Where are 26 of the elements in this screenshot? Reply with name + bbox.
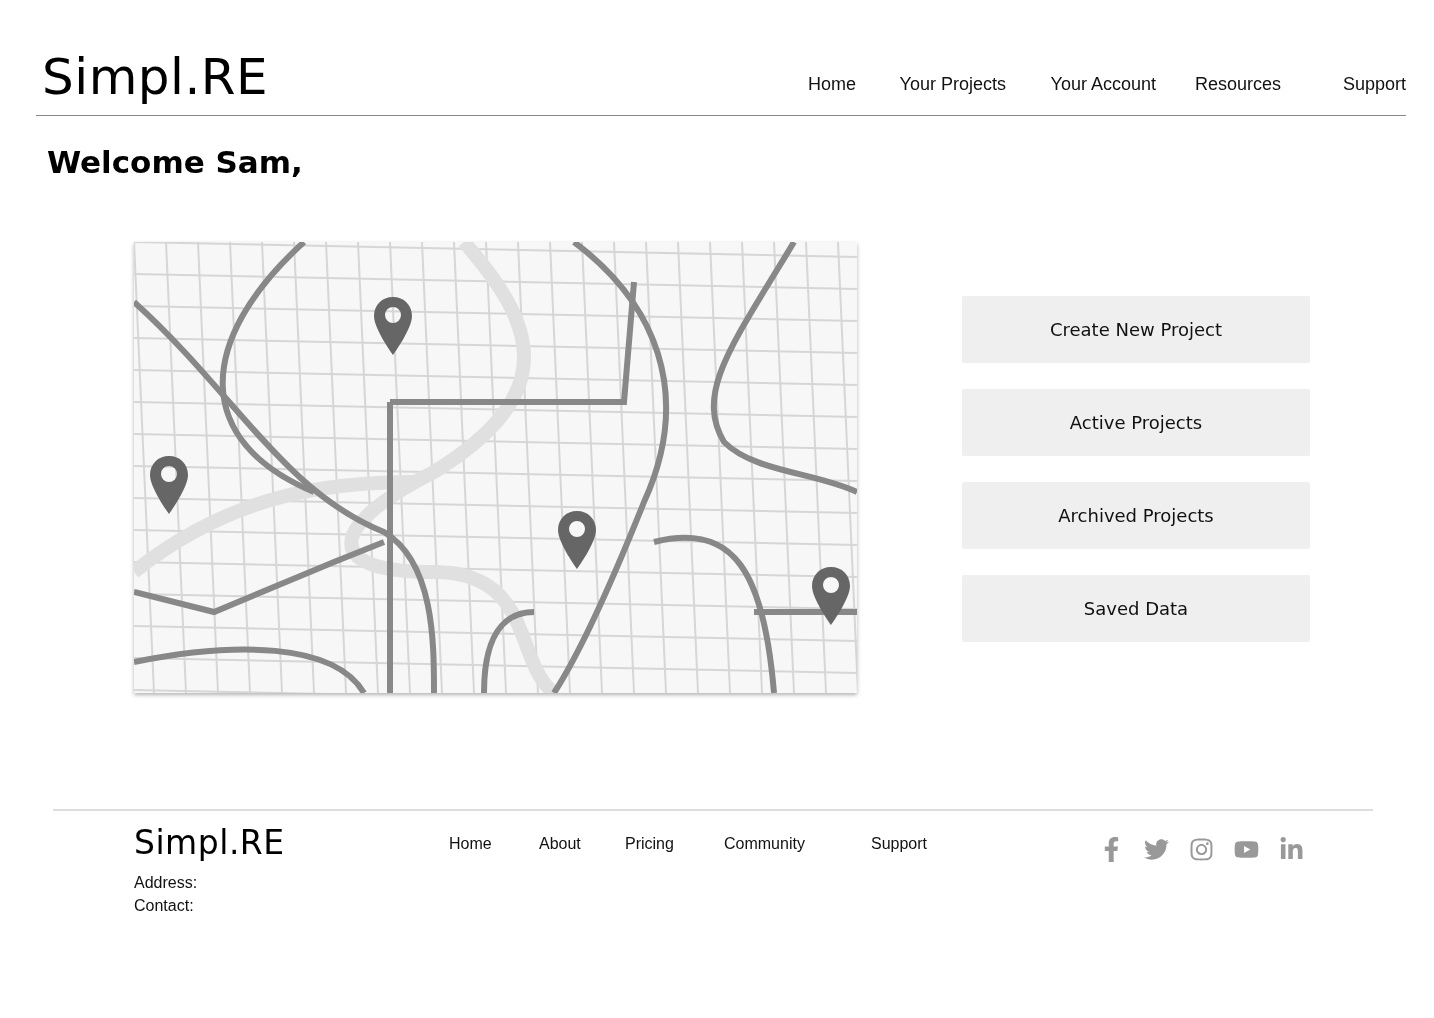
nav-link[interactable]: Resources: [1156, 74, 1281, 95]
footer-link[interactable]: Home: [449, 835, 539, 853]
linkedin-icon[interactable]: [1279, 837, 1304, 862]
nav-link[interactable]: Support: [1281, 74, 1406, 95]
map-pin-icon[interactable]: [557, 510, 596, 569]
nav-link[interactable]: Your Projects: [856, 74, 1006, 95]
contact-label: Contact:: [134, 896, 195, 917]
site-logo[interactable]: Simpl.RE: [42, 50, 269, 105]
action-button[interactable]: Create New Project: [962, 296, 1310, 363]
map-pin-icon[interactable]: [812, 566, 851, 625]
footer-link[interactable]: About: [539, 835, 625, 853]
footer-logo[interactable]: Simpl.RE: [134, 825, 449, 862]
twitter-icon[interactable]: [1144, 837, 1169, 862]
nav-link[interactable]: Home: [787, 74, 856, 95]
map-pin-icon[interactable]: [374, 297, 413, 355]
nav-link[interactable]: Your Account: [1006, 74, 1156, 95]
instagram-icon[interactable]: [1189, 837, 1214, 862]
footer-link[interactable]: Support: [871, 835, 991, 853]
welcome-heading: Welcome Sam,: [47, 144, 304, 180]
action-button[interactable]: Active Projects: [962, 389, 1310, 456]
map-pin-icon[interactable]: [149, 456, 188, 515]
footer-link[interactable]: Pricing: [625, 835, 724, 853]
footer-link[interactable]: Community: [724, 835, 871, 853]
action-button[interactable]: Saved Data: [962, 575, 1310, 642]
address-label: Address:: [134, 873, 199, 894]
action-button[interactable]: Archived Projects: [962, 482, 1310, 549]
